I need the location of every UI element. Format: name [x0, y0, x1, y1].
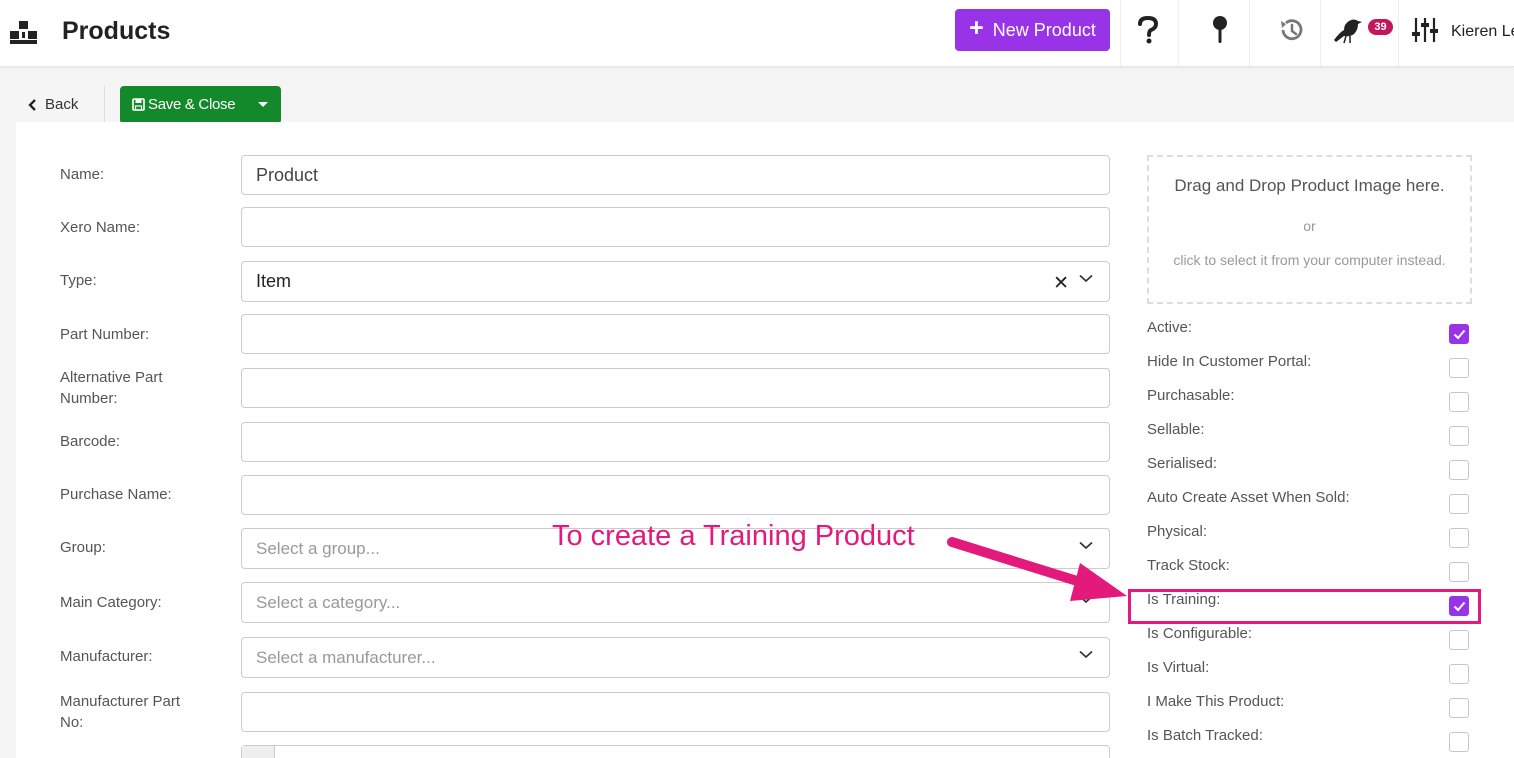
purchasable-checkbox[interactable] — [1449, 392, 1469, 412]
manufacturer-part-no-input[interactable] — [241, 692, 1110, 732]
is-configurable-label: Is Configurable: — [1147, 625, 1253, 642]
purchasable-label: Purchasable: — [1147, 387, 1235, 404]
annotation-arrow-icon — [947, 537, 1127, 601]
is-batch-tracked-checkbox[interactable] — [1449, 732, 1469, 752]
history-icon[interactable] — [1276, 14, 1308, 46]
serialised-label: Serialised: — [1147, 455, 1218, 472]
dropzone-title: Drag and Drop Product Image here. — [1174, 176, 1445, 195]
sliders-icon[interactable] — [1409, 14, 1441, 46]
label-line: Number: — [60, 390, 118, 407]
active-label: Active: — [1147, 319, 1193, 336]
new-product-label: New Product — [992, 19, 1096, 40]
name-value: Product — [256, 164, 319, 185]
label-line: Manufacturer Part — [60, 693, 181, 710]
divider — [1178, 0, 1179, 66]
manufacturer-part-no-label: Manufacturer Part No: — [60, 691, 180, 733]
dropzone-or: or — [1303, 218, 1316, 234]
dropzone-subtitle: click to select it from your computer in… — [1173, 252, 1446, 268]
save-close-button[interactable]: Save & Close — [120, 86, 281, 124]
chevron-down-icon[interactable] — [1079, 650, 1093, 659]
physical-label: Physical: — [1147, 523, 1208, 540]
hide-in-customer-portal-label: Hide In Customer Portal: — [1147, 353, 1312, 370]
top-bar: Products + New Product 39 Kieren Le — [0, 0, 1514, 67]
xero-name-input[interactable] — [241, 207, 1110, 247]
chevron-down-icon[interactable] — [1079, 274, 1093, 283]
alternative-part-number-input[interactable] — [241, 368, 1110, 408]
sellable-checkbox[interactable] — [1449, 426, 1469, 446]
divider — [1249, 0, 1250, 66]
is-batch-tracked-label: Is Batch Tracked: — [1147, 727, 1263, 744]
name-label: Name: — [60, 166, 105, 183]
category-placeholder: Select a category... — [256, 592, 401, 612]
toolbar-divider — [104, 86, 105, 124]
check-icon — [1453, 329, 1466, 340]
group-label: Group: — [60, 539, 106, 556]
track-stock-label: Track Stock: — [1147, 557, 1230, 574]
group-placeholder: Select a group... — [256, 538, 380, 558]
track-stock-checkbox[interactable] — [1449, 562, 1469, 582]
annotation-text: To create a Training Product — [552, 520, 915, 552]
image-dropzone[interactable]: Drag and Drop Product Image here. or cli… — [1147, 155, 1472, 304]
serialised-checkbox[interactable] — [1449, 460, 1469, 480]
map-pin-icon[interactable] — [1204, 14, 1236, 46]
annotation-highlight-box — [1128, 589, 1481, 624]
notification-badge: 39 — [1368, 19, 1393, 35]
floppy-disk-icon — [132, 98, 145, 111]
hide-in-customer-portal-checkbox[interactable] — [1449, 358, 1469, 378]
page-title: Products — [62, 17, 171, 45]
alternative-part-number-label: Alternative Part Number: — [60, 367, 163, 409]
save-close-label: Save & Close — [148, 96, 236, 113]
type-select[interactable]: Item ✕ — [241, 261, 1110, 302]
manufacturer-label: Manufacturer: — [60, 648, 153, 665]
i-make-this-product-label: I Make This Product: — [1147, 693, 1285, 710]
is-virtual-checkbox[interactable] — [1449, 664, 1469, 684]
purchase-name-label: Purchase Name: — [60, 486, 172, 503]
manufacturer-select[interactable]: Select a manufacturer... — [241, 637, 1110, 678]
new-product-button[interactable]: + New Product — [955, 9, 1110, 51]
part-number-label: Part Number: — [60, 326, 150, 343]
name-input[interactable]: Product — [241, 155, 1110, 195]
plus-icon: + — [969, 14, 984, 42]
type-value: Item — [256, 271, 292, 291]
purchase-name-input[interactable] — [241, 475, 1110, 515]
manufacturer-placeholder: Select a manufacturer... — [256, 647, 436, 667]
label-line: No: — [60, 714, 84, 731]
barcode-input[interactable] — [241, 422, 1110, 462]
clear-icon[interactable]: ✕ — [1053, 272, 1069, 295]
sellable-label: Sellable: — [1147, 421, 1205, 438]
back-label: Back — [45, 96, 79, 113]
active-checkbox[interactable] — [1449, 324, 1469, 344]
is-configurable-checkbox[interactable] — [1449, 630, 1469, 650]
question-mark-icon[interactable] — [1132, 14, 1164, 46]
divider — [1120, 0, 1121, 66]
auto-create-asset-when-sold-label: Auto Create Asset When Sold: — [1147, 489, 1350, 506]
xero-name-label: Xero Name: — [60, 219, 141, 236]
i-make-this-product-checkbox[interactable] — [1449, 698, 1469, 718]
main-category-label: Main Category: — [60, 594, 162, 611]
type-label: Type: — [60, 272, 97, 289]
next-field-input[interactable] — [241, 745, 1110, 758]
barcode-label: Barcode: — [60, 433, 121, 450]
is-virtual-label: Is Virtual: — [1147, 659, 1210, 676]
part-number-input[interactable] — [241, 314, 1110, 354]
back-button[interactable]: Back — [28, 96, 78, 113]
chevron-left-icon — [28, 98, 36, 111]
divider — [1320, 0, 1321, 66]
input-addon — [242, 746, 275, 758]
auto-create-asset-when-sold-checkbox[interactable] — [1449, 494, 1469, 514]
divider — [1398, 0, 1399, 66]
label-line: Alternative Part — [60, 369, 163, 386]
user-name[interactable]: Kieren Le — [1451, 23, 1514, 41]
bird-icon[interactable] — [1332, 14, 1364, 46]
boxes-logo-icon[interactable] — [10, 20, 38, 46]
caret-down-icon[interactable] — [258, 102, 268, 107]
physical-checkbox[interactable] — [1449, 528, 1469, 548]
